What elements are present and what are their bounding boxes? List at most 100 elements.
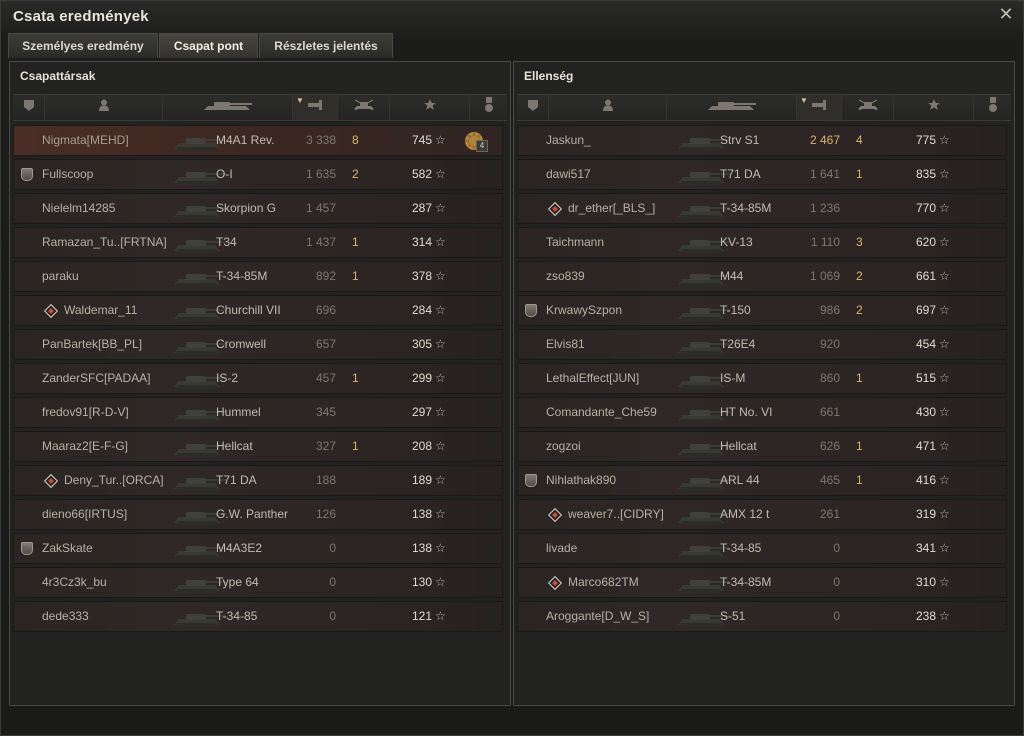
xp-icon — [307, 98, 325, 117]
player-row[interactable]: livade T-34-85 0 341 ☆ — [517, 533, 1007, 564]
player-name: dawi517 — [546, 167, 591, 181]
player-row[interactable]: Taichmann KV-13 1 110 3 620 ☆ — [517, 227, 1007, 258]
player-row[interactable]: weaver7..[CIDRY] AMX 12 t 261 319 ☆ — [517, 499, 1007, 530]
column-header-clan[interactable] — [13, 95, 44, 120]
player-row[interactable]: Ramazan_Tu..[FRTNA] T34 1 437 1 314 ☆ — [13, 227, 503, 258]
tank-name: HT No. VI — [720, 405, 773, 419]
column-header-xp[interactable]: ▼ — [796, 95, 842, 120]
battle-results-window: Csata eredmények ✕ Személyes eredmény Cs… — [0, 0, 1024, 736]
xp-value: 0 — [329, 609, 336, 623]
star-icon: ☆ — [435, 303, 446, 317]
allies-title: Csapattársak — [20, 69, 96, 83]
tank-name: Hellcat — [216, 439, 253, 453]
player-row[interactable]: Elvis81 T26E4 920 454 ☆ — [517, 329, 1007, 360]
tank-name: ARL 44 — [720, 473, 760, 487]
player-name: 4r3Cz3k_bu — [42, 575, 107, 589]
kills-value — [352, 330, 372, 359]
player-row[interactable]: Fullscoop O-I 1 635 2 582 ☆ — [13, 159, 503, 190]
player-row[interactable]: Deny_Tur..[ORCA] T71 DA 188 189 ☆ — [13, 465, 503, 496]
player-row[interactable]: Aroggante[D_W_S] S-51 0 238 ☆ — [517, 601, 1007, 632]
tab-detailed-report[interactable]: Részletes jelentés — [259, 33, 393, 58]
kills-value: 4 — [856, 133, 863, 147]
player-row[interactable]: KrwawySzpon T-150 986 2 697 ☆ — [517, 295, 1007, 326]
kills-value: 2 — [856, 303, 863, 317]
player-row[interactable]: ZakSkate M4A3E2 0 138 ☆ — [13, 533, 503, 564]
xp-value: 860 — [819, 371, 840, 385]
player-row[interactable]: Jaskun_ Strv S1 2 467 4 775 ☆ — [517, 125, 1007, 156]
tab-personal-results[interactable]: Személyes eredmény — [8, 33, 158, 58]
points-icon — [423, 98, 437, 117]
player-name: PanBartek[BB_PL] — [42, 337, 143, 351]
kills-icon — [856, 98, 880, 117]
xp-value: 626 — [819, 439, 840, 453]
player-row[interactable]: Nielelm14285 Skorpion G 1 457 287 ☆ — [13, 193, 503, 224]
column-header-medal[interactable] — [469, 95, 508, 120]
player-name: LethalEffect[JUN] — [546, 371, 640, 385]
player-row[interactable]: zso839 M44 1 069 2 661 ☆ — [517, 261, 1007, 292]
column-header-tank[interactable] — [162, 95, 293, 120]
column-header-clan[interactable] — [517, 95, 548, 120]
player-name: paraku — [42, 269, 79, 283]
player-row[interactable]: Nigmata[MEHD] M4A1 Rev. 3 338 8 745 ☆ 4 — [13, 125, 503, 156]
player-row[interactable]: dieno66[IRTUS] G.W. Panther 126 138 ☆ — [13, 499, 503, 530]
player-row[interactable]: Marco682TM T-34-85M 0 310 ☆ — [517, 567, 1007, 598]
column-header-points[interactable] — [389, 95, 470, 120]
kills-value: 1 — [352, 269, 359, 283]
column-header-tank[interactable] — [666, 95, 797, 120]
player-row[interactable]: LethalEffect[JUN] IS-M 860 1 515 ☆ — [517, 363, 1007, 394]
title-bar: Csata eredmények ✕ — [1, 1, 1023, 33]
star-icon: ☆ — [939, 439, 950, 453]
player-row[interactable]: fredov91[R-D-V] Hummel 345 297 ☆ — [13, 397, 503, 428]
column-header-player[interactable] — [548, 95, 667, 120]
column-header-points[interactable] — [893, 95, 974, 120]
tank-name: T26E4 — [720, 337, 756, 351]
star-icon: ☆ — [435, 167, 446, 181]
star-icon: ☆ — [435, 541, 446, 555]
player-row[interactable]: dr_ether[_BLS_] T-34-85M 1 236 770 ☆ — [517, 193, 1007, 224]
tank-name: M4A1 Rev. — [216, 133, 275, 147]
player-row[interactable]: dawi517 T71 DA 1 641 1 835 ☆ — [517, 159, 1007, 190]
tab-team-score[interactable]: Csapat pont — [159, 33, 258, 58]
xp-value: 126 — [315, 507, 336, 521]
column-header-xp[interactable]: ▼ — [292, 95, 338, 120]
star-icon: ☆ — [939, 235, 950, 249]
tank-name: T-34-85 — [720, 541, 762, 555]
player-row[interactable]: Comandante_Che59 HT No. VI 661 430 ☆ — [517, 397, 1007, 428]
enemies-panel: Ellenség ▼ Jaskun_ Strv S1 2 467 4 775 ☆ dawi51… — [513, 61, 1015, 706]
player-row[interactable]: Maaraz2[E-F-G] Hellcat 327 1 208 ☆ — [13, 431, 503, 462]
kills-value: 1 — [856, 167, 863, 181]
player-row[interactable]: PanBartek[BB_PL] Cromwell 657 305 ☆ — [13, 329, 503, 360]
squad-diamond-icon — [43, 473, 59, 489]
star-icon: ☆ — [939, 269, 950, 283]
player-row[interactable]: Nihlathak890 ARL 44 465 1 416 ☆ — [517, 465, 1007, 496]
star-icon: ☆ — [939, 507, 950, 521]
column-header-kills[interactable] — [337, 95, 390, 120]
tank-name: Hummel — [216, 405, 261, 419]
tank-name: T-34-85 — [216, 609, 258, 623]
player-icon — [97, 98, 111, 117]
player-row[interactable]: paraku T-34-85M 892 1 378 ☆ — [13, 261, 503, 292]
player-row[interactable]: ZanderSFC[PADAA] IS-2 457 1 299 ☆ — [13, 363, 503, 394]
tank-name: T-34-85M — [720, 201, 772, 215]
player-row[interactable]: zogzoi Hellcat 626 1 471 ☆ — [517, 431, 1007, 462]
kills-value: 1 — [352, 439, 359, 453]
tank-icon — [200, 97, 256, 118]
player-row[interactable]: Waldemar_11 Churchill VII 696 284 ☆ — [13, 295, 503, 326]
tank-name: AMX 12 t — [720, 507, 770, 521]
close-icon[interactable]: ✕ — [997, 5, 1015, 23]
kills-value: 3 — [856, 235, 863, 249]
player-row[interactable]: dede333 T-34-85 0 121 ☆ — [13, 601, 503, 632]
xp-value: 0 — [329, 575, 336, 589]
player-name: Taichmann — [546, 235, 605, 249]
player-name: Marco682TM — [568, 575, 639, 589]
points-value: 515 — [915, 371, 936, 385]
medal-icon — [987, 97, 999, 118]
column-header-player[interactable] — [44, 95, 163, 120]
player-row[interactable]: 4r3Cz3k_bu Type 64 0 130 ☆ — [13, 567, 503, 598]
tank-name: T34 — [216, 235, 237, 249]
column-header-medal[interactable] — [973, 95, 1012, 120]
player-name: weaver7..[CIDRY] — [568, 507, 664, 521]
column-header-kills[interactable] — [841, 95, 894, 120]
player-name: fredov91[R-D-V] — [42, 405, 129, 419]
kills-value — [856, 568, 876, 597]
